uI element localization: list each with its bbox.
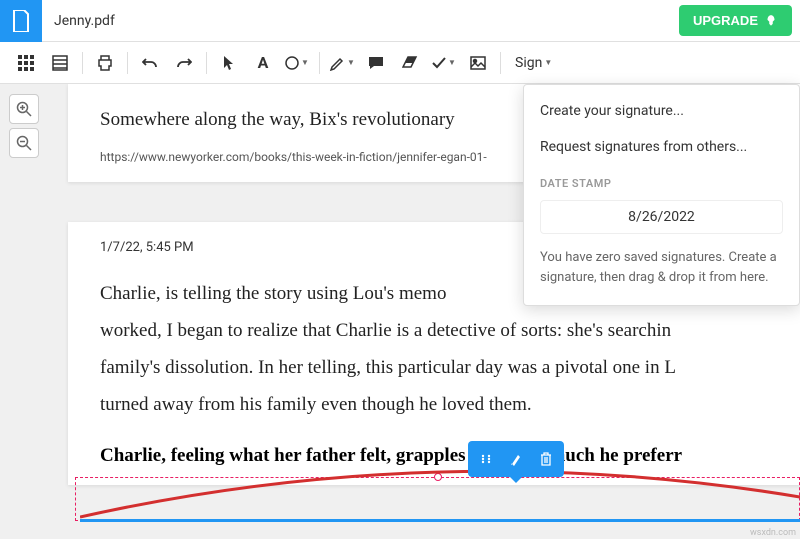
highlight-tool-button[interactable]: ▼ — [326, 47, 358, 79]
filename-label: Jenny.pdf — [54, 13, 115, 29]
panel-view-button[interactable] — [44, 47, 76, 79]
eraser-tool-button[interactable] — [394, 47, 426, 79]
caret-down-icon: ▼ — [448, 58, 456, 67]
signature-note: You have zero saved signatures. Create a… — [524, 244, 799, 297]
zoom-controls — [0, 84, 48, 539]
caret-down-icon: ▼ — [301, 58, 309, 67]
watermark: wsxdn.com — [750, 528, 796, 538]
create-signature-item[interactable]: Create your signature... — [524, 93, 799, 129]
delete-button[interactable] — [532, 447, 560, 471]
check-tool-button[interactable]: ▼ — [428, 47, 460, 79]
page2-timestamp: 1/7/22, 5:45 PM — [100, 240, 194, 255]
upgrade-button[interactable]: UPGRADE — [679, 5, 792, 36]
comment-tool-button[interactable] — [360, 47, 392, 79]
date-stamp-header: DATE STAMP — [524, 165, 799, 196]
date-stamp-value[interactable]: 8/26/2022 — [540, 200, 783, 234]
caret-down-icon: ▼ — [347, 58, 355, 67]
sign-label: Sign — [515, 55, 542, 71]
drag-handle-button[interactable] — [472, 447, 500, 471]
page2-bold-line: Charlie, feeling what her father felt, g… — [100, 445, 800, 467]
sign-button[interactable]: Sign▼ — [507, 47, 560, 79]
zoom-out-button[interactable] — [9, 128, 39, 158]
main-toolbar: A ▼ ▼ ▼ Sign▼ — [0, 42, 800, 84]
upgrade-label: UPGRADE — [693, 13, 758, 28]
app-header: Jenny.pdf UPGRADE — [0, 0, 800, 42]
request-signatures-item[interactable]: Request signatures from others... — [524, 129, 799, 165]
sign-dropdown-menu: Create your signature... Request signatu… — [523, 84, 800, 306]
select-tool-button[interactable] — [213, 47, 245, 79]
undo-button[interactable] — [134, 47, 166, 79]
image-tool-button[interactable] — [462, 47, 494, 79]
style-button[interactable] — [502, 447, 530, 471]
text-tool-button[interactable]: A — [247, 47, 279, 79]
redo-button[interactable] — [168, 47, 200, 79]
grid-view-button[interactable] — [10, 47, 42, 79]
rocket-icon — [764, 14, 778, 28]
annotation-floating-toolbar — [468, 441, 564, 477]
blue-underline-annotation — [80, 519, 800, 522]
caret-down-icon: ▼ — [544, 58, 552, 67]
app-logo[interactable] — [0, 0, 42, 42]
shape-tool-button[interactable]: ▼ — [281, 47, 313, 79]
print-button[interactable] — [89, 47, 121, 79]
zoom-in-button[interactable] — [9, 94, 39, 124]
